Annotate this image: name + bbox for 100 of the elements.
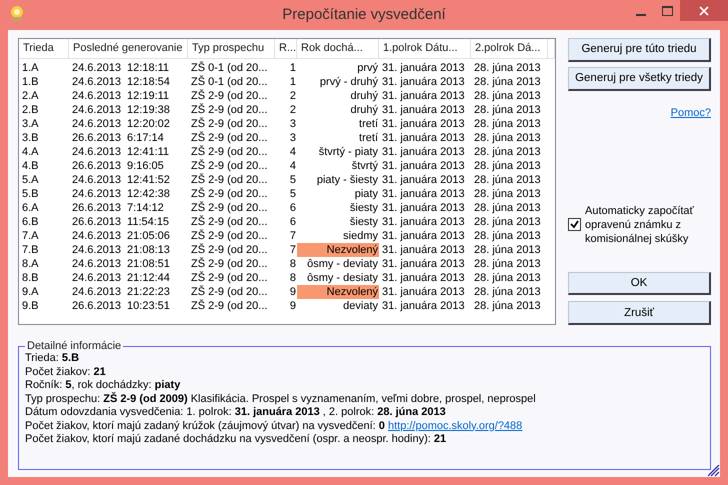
table-cell-text: 9 [288,285,297,299]
table-cell-text: 26.6.2013 11:54:15 [71,215,170,229]
table-cell-text: 26.6.2013 7:14:12 [71,201,165,215]
column-header[interactable]: Rok dochá... [297,39,379,59]
detail-line: Ročník: 5, rok dochádzky: piaty [25,379,182,392]
checkbox-label: Automaticky započítať opravenú známku z komisionálnej skúšky [585,204,695,246]
table-cell-text: 7 [288,243,297,257]
table-cell-text: 5 [288,187,297,201]
table-cell-text: 24.6.2013 12:41:52 [71,173,171,187]
table-cell-text: ZŠ 2-9 (od 20... [190,257,268,271]
table-cell-text: 24.6.2013 12:19:11 [71,89,170,103]
table-cell-text: 28. júna 2013 [473,201,542,215]
close-button[interactable] [680,0,728,21]
table-cell-text: 6.A [21,201,40,215]
class-list[interactable] [18,38,556,325]
generate-class-button[interactable]: Generuj pre túto triedu [568,38,711,62]
table-cell-text: siedmy [342,229,379,243]
table-cell-text: 24.6.2013 12:18:11 [71,61,170,75]
table-cell-text: 24.6.2013 12:19:38 [71,103,171,117]
detail-line: Trieda: 5.B [25,352,80,366]
table-cell-text: 31. januára 2013 [381,271,466,285]
table-cell-text: 3.A [21,117,40,131]
table-cell-text: 24.6.2013 21:05:06 [71,229,171,243]
column-header[interactable]: Trieda [19,39,69,59]
group-title: Detailné informácie [26,340,122,352]
column-header[interactable]: R... [275,39,297,59]
table-cell-text: 28. júna 2013 [473,299,542,313]
resize-grip-icon[interactable] [708,465,720,477]
table-cell-text: 31. januára 2013 [381,299,466,313]
table-cell-text: 28. júna 2013 [473,159,542,173]
column-header[interactable]: Posledné generovanie [69,39,188,59]
table-cell-text: 28. júna 2013 [473,173,542,187]
generate-all-button[interactable]: Generuj pre všetky triedy [568,66,711,90]
table-cell-text: ZŠ 0-1 (od 20... [190,75,268,89]
table-cell-text: 8.A [21,257,40,271]
table-cell-text: ZŠ 2-9 (od 20... [190,187,268,201]
table-cell-text: 24.6.2013 12:41:11 [71,145,170,159]
table-cell-text: 2.B [21,103,40,117]
table-cell-text: ZŠ 2-9 (od 20... [190,299,268,313]
table-cell-text: 3 [288,117,297,131]
table-cell-text: 28. júna 2013 [473,285,542,299]
table-cell-text: 24.6.2013 21:12:44 [71,271,171,285]
help-link[interactable]: Pomoc? [670,106,711,118]
table-cell-text: štvrtý - piaty [318,145,379,159]
table-cell-text: 28. júna 2013 [473,215,542,229]
table-cell-text: 8 [288,271,297,285]
table-cell-text: druhý [349,89,379,103]
cancel-button[interactable]: Zrušiť [568,301,711,325]
table-cell-text: 9.A [21,285,40,299]
table-cell-text: 8 [288,257,297,271]
column-header[interactable]: Typ prospechu [188,39,275,59]
window-title: Prepočítanie vysvedčení [282,6,446,23]
table-cell-text: 5.A [21,173,40,187]
table-cell: Nezvolený [297,243,379,257]
auto-checkbox[interactable] [568,218,581,231]
table-cell-text: prvý - druhý [318,75,379,89]
table-cell-text: 26.6.2013 10:23:51 [71,299,171,313]
table-cell-text: ZŠ 2-9 (od 20... [190,173,268,187]
column-header[interactable]: 1.polrok Dátu... [379,39,471,59]
table-cell-text: 28. júna 2013 [473,243,542,257]
table-cell-text: ZŠ 2-9 (od 20... [190,229,268,243]
table-cell-text: 31. januára 2013 [381,201,466,215]
table-cell-text: 31. januára 2013 [381,103,466,117]
table-cell-text: 28. júna 2013 [473,271,542,285]
table-cell-text: ZŠ 2-9 (od 20... [190,131,268,145]
table-cell-text: 28. júna 2013 [473,117,542,131]
table-cell-text: 28. júna 2013 [473,229,542,243]
table-cell-text: šiesty [348,201,379,215]
table-cell-text: šiesty [348,215,379,229]
table-cell-text: 24.6.2013 21:08:13 [71,243,171,257]
table-cell-text: 6 [288,215,297,229]
table-cell: Nezvolený [297,285,379,299]
app-icon [8,4,26,22]
table-cell-text: 9 [288,299,297,313]
table-cell-text: štvrtý [350,159,379,173]
table-cell-text: 6.B [21,215,40,229]
table-cell-text: 24.6.2013 21:08:51 [71,257,171,271]
detail-line: Počet žiakov, ktorí majú zadaný krúžok (záujmový útvar) na vysvedčení: 0 [25,420,385,432]
table-cell-text: 2.A [21,89,40,103]
table-cell-text: 7.B [21,243,40,257]
table-cell-text: 7.A [21,229,40,243]
table-cell-text: 1.B [21,75,40,89]
table-cell-text: 28. júna 2013 [473,75,542,89]
table-cell-text: ZŠ 2-9 (od 20... [190,145,268,159]
table-cell-text: 4 [288,145,297,159]
table-cell-text: 4.B [21,159,40,173]
maximize-icon [662,6,672,16]
table-cell-text: 24.6.2013 12:18:54 [71,75,171,89]
ok-button[interactable]: OK [568,272,711,296]
table-cell-text: 5.B [21,187,40,201]
table-cell-text: 31. januára 2013 [381,173,466,187]
table-cell-text: 24.6.2013 12:42:38 [71,187,171,201]
table-cell-text: ôsmy - deviaty [306,257,379,271]
help-url-link[interactable]: http://pomoc.skoly.org/?488 [388,420,522,432]
table-cell-text: 5 [288,173,297,187]
table-cell-text: 31. januára 2013 [381,243,466,257]
table-cell-text: ZŠ 2-9 (od 20... [190,215,268,229]
column-header[interactable]: 2.polrok Dá... [471,39,548,59]
table-cell-text: ZŠ 2-9 (od 20... [190,159,268,173]
table-cell-text: 28. júna 2013 [473,103,542,117]
